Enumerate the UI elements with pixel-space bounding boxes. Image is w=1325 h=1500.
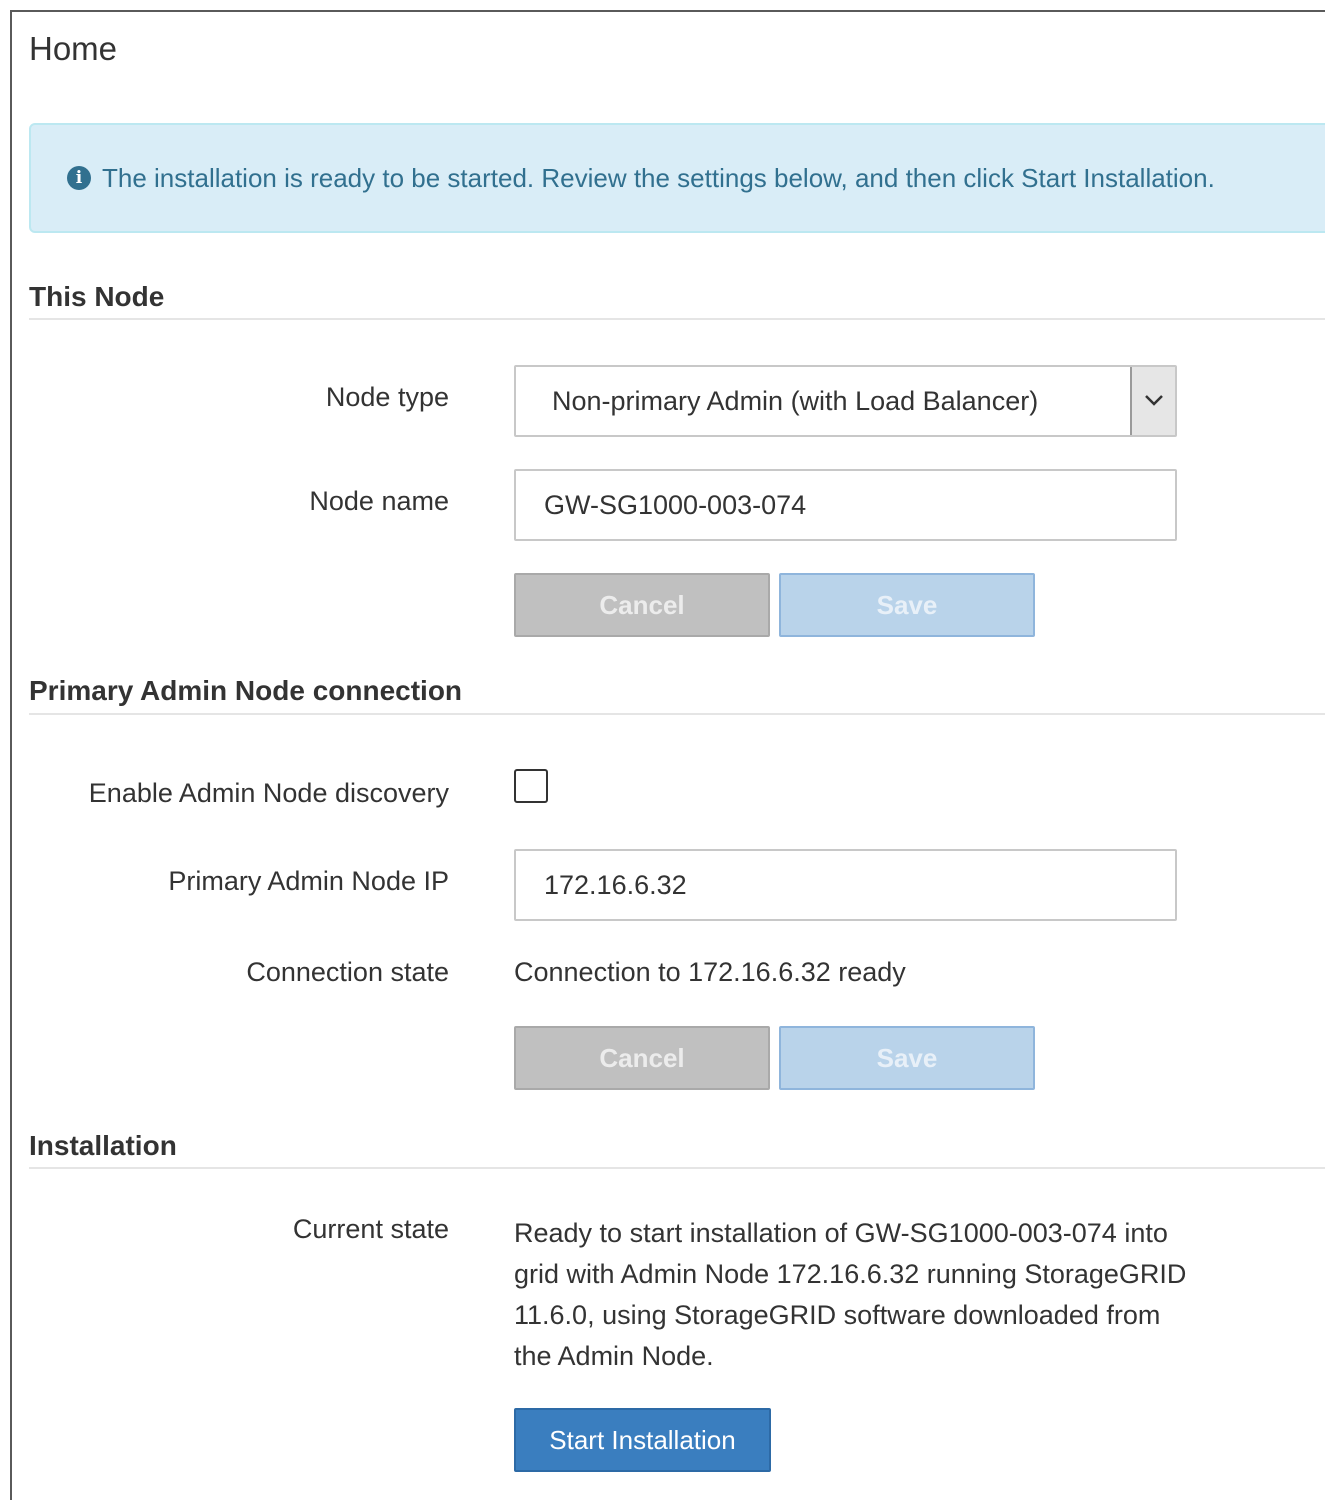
current-state-value: Ready to start installation of GW-SG1000… <box>514 1218 1187 1371</box>
connection-save-button[interactable]: Save <box>779 1026 1035 1090</box>
node-type-label: Node type <box>325 382 449 412</box>
primary-admin-ip-label: Primary Admin Node IP <box>168 866 449 896</box>
current-state-label: Current state <box>292 1214 449 1244</box>
connection-cancel-button[interactable]: Cancel <box>514 1026 770 1090</box>
info-icon: i <box>67 166 91 190</box>
section-divider <box>29 1167 1325 1169</box>
start-installation-button[interactable]: Start Installation <box>514 1408 771 1472</box>
connection-state-value: Connection to 172.16.6.32 ready <box>514 957 906 987</box>
section-title-this-node: This Node <box>29 281 165 312</box>
node-save-button[interactable]: Save <box>779 573 1035 637</box>
admin-discovery-checkbox[interactable] <box>514 769 548 803</box>
alert-message: The installation is ready to be started.… <box>102 163 1215 193</box>
node-cancel-button[interactable]: Cancel <box>514 573 770 637</box>
section-divider <box>29 318 1325 320</box>
node-name-label: Node name <box>309 486 449 516</box>
node-name-input[interactable]: GW-SG1000-003-074 <box>514 469 1177 541</box>
chevron-down-icon <box>1145 395 1163 406</box>
primary-admin-ip-input[interactable]: 172.16.6.32 <box>514 849 1177 921</box>
section-divider <box>29 713 1325 715</box>
node-type-selected-value: Non-primary Admin (with Load Balancer) <box>552 386 1039 416</box>
section-title-installation: Installation <box>29 1130 177 1161</box>
connection-state-label: Connection state <box>246 957 449 987</box>
section-title-primary-admin: Primary Admin Node connection <box>29 675 463 706</box>
page-title: Home <box>29 30 118 67</box>
discovery-label: Enable Admin Node discovery <box>88 778 449 808</box>
select-dropdown-button[interactable] <box>1130 367 1175 435</box>
node-type-select[interactable]: Non-primary Admin (with Load Balancer) <box>514 365 1177 437</box>
info-alert: i The installation is ready to be starte… <box>29 123 1325 233</box>
